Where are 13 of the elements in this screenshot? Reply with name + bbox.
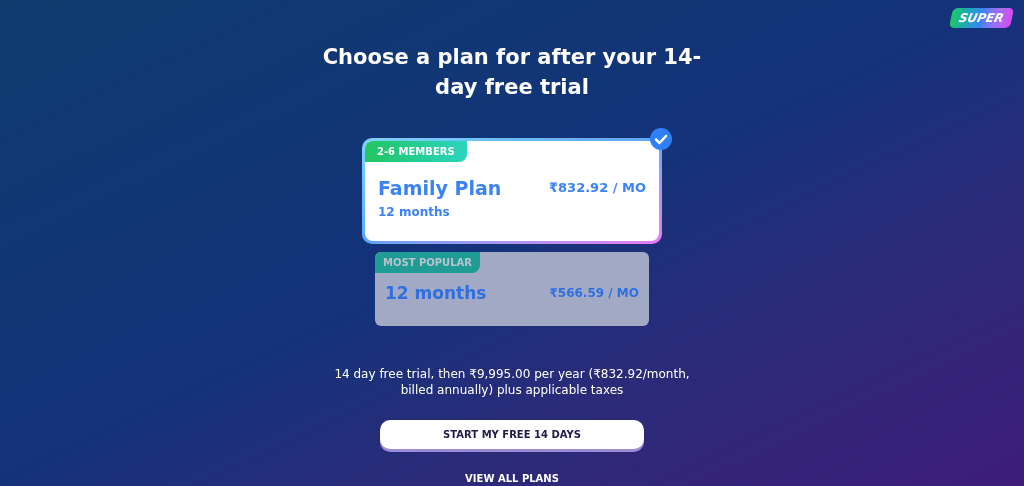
check-icon <box>650 128 672 150</box>
plan-badge: MOST POPULAR <box>375 251 481 273</box>
plan-price: ₹566.59 / MO <box>549 285 639 303</box>
plan-card[interactable]: 2-6 MEMBERS Family Plan 12 months ₹832.92 / MO <box>365 141 659 241</box>
view-all-plans-link[interactable]: VIEW ALL PLANS <box>465 471 559 486</box>
terms-text: 14 day free trial, then ₹9,995.00 per year (₹832.92/month, billed annually) plus applicable taxes <box>333 366 691 398</box>
plan-duration: 12 months <box>378 203 451 221</box>
plan-price: ₹832.92 / MO <box>549 179 646 197</box>
plan-badge: 2-6 MEMBERS <box>365 141 467 162</box>
start-trial-button[interactable]: START MY FREE 14 DAYS <box>380 420 644 449</box>
plan-title: Family Plan <box>378 176 502 201</box>
plan-title: 12 months <box>385 281 487 305</box>
page-title: Choose a plan for after your 14-day free trial <box>322 44 702 101</box>
